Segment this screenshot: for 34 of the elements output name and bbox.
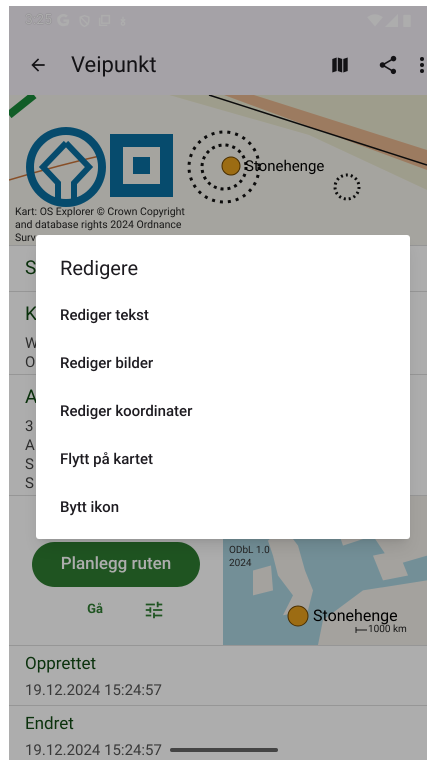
dialog-menu-item[interactable]: Rediger tekst: [36, 291, 410, 339]
section-text: 3: [25, 417, 34, 436]
walk-mode-button[interactable]: Gå: [87, 600, 103, 620]
marker-label: Stonehenge: [245, 156, 324, 177]
scale-bar-icon: [355, 627, 367, 633]
detail-value: 19.12.2024 15:24:57: [25, 741, 162, 759]
detail-label: Opprettet: [25, 653, 96, 675]
dialog-menu-item[interactable]: Bytt ikon: [36, 483, 410, 531]
share-icon[interactable]: [377, 54, 399, 76]
section-text: S: [25, 455, 34, 474]
section-title: K: [25, 301, 37, 327]
scale-label: 1000 km: [368, 624, 407, 636]
dialog-menu-item[interactable]: Rediger bilder: [36, 339, 410, 387]
map-attribution: Kart: OS Explorer © Crown Copyright: [15, 205, 185, 218]
map-attribution: and database rights 2024 Ordnance: [15, 218, 182, 231]
dialog-menu-item[interactable]: Rediger koordinater: [36, 387, 410, 435]
section-title: S: [25, 255, 36, 281]
marker-label: Stonehenge: [313, 605, 398, 625]
marker-icon: [221, 156, 241, 176]
marker-icon: [287, 605, 309, 627]
map-attribution: ODbL 1.0: [229, 544, 270, 557]
more-icon[interactable]: [419, 56, 425, 74]
dialog-title: Redigere: [59, 255, 140, 281]
map-attribution: Surv: [15, 231, 37, 244]
dialog-menu-item[interactable]: Flytt på kartet: [36, 435, 410, 483]
map-attribution: 2024: [229, 557, 252, 570]
screen-title: Veipunkt: [71, 52, 157, 80]
detail-value: 19.12.2024 15:24:57: [25, 681, 162, 699]
section-text: S: [25, 474, 34, 493]
section-title: A: [25, 384, 38, 410]
section-text: O: [25, 353, 36, 372]
plan-route-button[interactable]: Planlegg ruten: [32, 542, 200, 587]
section-text: A: [25, 436, 35, 455]
detail-label: Endret: [25, 713, 74, 735]
